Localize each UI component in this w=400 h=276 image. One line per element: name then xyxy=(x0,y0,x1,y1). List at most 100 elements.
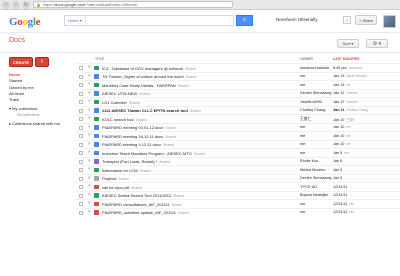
row-checkbox[interactable] xyxy=(79,125,83,130)
document-title[interactable]: AIESEC Serbia Search Tool 2011/2012 Share… xyxy=(102,193,184,198)
star-icon[interactable]: ★ xyxy=(87,150,91,155)
table-row[interactable]: ★ LG1 Calender Shared Yashfiro6092 Jan 12 Yas… xyxy=(75,97,400,106)
notification-count[interactable]: 0 xyxy=(343,16,351,24)
document-owner: me xyxy=(300,210,306,214)
row-checkbox[interactable] xyxy=(79,83,83,87)
star-icon[interactable]: ★ xyxy=(87,65,91,70)
search-input[interactable] xyxy=(85,18,233,23)
sidebar-shared-collections[interactable]: ▸ Collections shared with me xyxy=(9,121,69,127)
star-icon[interactable]: ★ xyxy=(87,175,91,181)
document-title[interactable]: PIAEPARD consultations_AIF_201111 Shared xyxy=(102,202,182,207)
create-button[interactable]: CREATE xyxy=(9,57,33,67)
search-scope-dropdown[interactable]: Home ▾ xyxy=(65,16,86,25)
table-row[interactable]: ★ Transport (Port Louis, Reduit) * Shared E… xyxy=(75,156,400,166)
column-header-last-modified[interactable]: LAST MODIFIED xyxy=(333,57,359,61)
settings-button[interactable]: ⚙ ▾ xyxy=(366,39,388,48)
table-row[interactable]: ★ PIAEPARD meeting 9.12.11.docx Shared me Ja… xyxy=(75,139,400,149)
document-title[interactable]: PIAEPARD meeting 16.12.11.docx Shared xyxy=(102,134,176,139)
star-icon[interactable]: ★ xyxy=(87,124,91,130)
share-button[interactable]: + Share xyxy=(355,15,377,25)
row-checkbox[interactable] xyxy=(79,202,83,206)
star-icon[interactable]: ★ xyxy=(87,90,91,96)
row-checkbox[interactable] xyxy=(79,66,83,70)
row-checkbox[interactable] xyxy=(79,100,83,104)
search-button[interactable]: ⌕ xyxy=(236,15,253,26)
document-title[interactable]: PIAEPARD_activities update_AIF_201111 Sha… xyxy=(102,210,189,215)
avatar[interactable] xyxy=(383,15,396,28)
document-title[interactable]: PIAEPARD meeting 03.01.12.docx Shared xyxy=(102,125,176,130)
star-icon[interactable]: ★ xyxy=(87,116,91,121)
star-icon[interactable]: ★ xyxy=(87,73,91,79)
star-icon[interactable]: ★ xyxy=(87,107,91,113)
document-title[interactable]: TN Tracker_Sights of culture around the … xyxy=(102,74,197,79)
document-title[interactable]: KOLC search tool Shared xyxy=(102,117,147,122)
sidebar-item-trash[interactable]: Trash xyxy=(9,97,69,103)
last-modified: 12/31/11 me xyxy=(333,210,354,214)
document-title[interactable]: PIAEPARD meeting 9.12.11.docx Shared xyxy=(102,142,174,147)
back-arrow-icon[interactable]: ‹ xyxy=(2,0,10,9)
table-row[interactable]: ★ Mauritius Case Study Details - PARRPAN S… xyxy=(75,80,400,89)
document-owner: Elodie Koo xyxy=(300,159,319,163)
page-title: Docs xyxy=(9,37,25,44)
star-icon[interactable]: ★ xyxy=(87,184,91,189)
star-icon[interactable]: ★ xyxy=(87,158,91,164)
table-row[interactable]: ★ Attendance for LCM Shared Melisa Moolien J… xyxy=(75,165,400,174)
table-row[interactable]: ★ AIESEC UTM-NEW Shared Devlen Sinnasamy Jan… xyxy=(75,88,400,98)
table-row[interactable]: ★ PIAEPARD_activities update_AIF_201111 Sh… xyxy=(75,207,400,217)
row-checkbox[interactable] xyxy=(79,159,83,164)
document-title[interactable]: AIESEC UTM-NEW Shared xyxy=(102,91,150,96)
document-title[interactable]: call for mps pdf Shared xyxy=(102,185,142,190)
row-checkbox[interactable] xyxy=(79,91,83,96)
row-checkbox[interactable] xyxy=(79,108,83,113)
table-row[interactable]: ★ 1112 AIESEC Taiwan CLLC EP/TN search to… xyxy=(75,105,400,115)
star-icon[interactable]: ★ xyxy=(87,82,91,87)
row-checkbox[interactable] xyxy=(79,210,83,215)
document-title[interactable]: LG1 Calender Shared xyxy=(102,100,140,105)
document-title[interactable]: Attendance for LCM Shared xyxy=(102,168,151,173)
row-checkbox[interactable] xyxy=(79,151,83,155)
row-checkbox[interactable] xyxy=(79,193,83,198)
row-checkbox[interactable] xyxy=(79,176,83,181)
column-header-owner[interactable]: OWNER xyxy=(300,57,313,61)
star-icon[interactable]: ★ xyxy=(87,167,91,172)
row-checkbox[interactable] xyxy=(79,185,83,189)
document-owner: 王俊仁 xyxy=(300,116,312,121)
table-row[interactable]: ★ PIAEPARD meeting 16.12.11.docx Shared me J… xyxy=(75,131,400,140)
table-row[interactable]: ★ TN Tracker_Sights of culture around the… xyxy=(75,71,400,81)
upload-button[interactable]: ⇪ xyxy=(35,57,49,67)
table-row[interactable]: ★ PIAEPARD meeting 03.01.12.docx Shared me J… xyxy=(75,122,400,132)
table-row[interactable]: ★ call for mps pdf Shared YPCD UD 12/31/11 xyxy=(75,182,400,191)
table-row[interactable]: ★ PIAEPARD consultations_AIF_201111 Shared… xyxy=(75,199,400,208)
star-icon[interactable]: ★ xyxy=(87,192,91,198)
star-icon[interactable]: ★ xyxy=(87,141,91,147)
document-title[interactable]: Induction Teach Mauritius Program - AIES… xyxy=(102,151,205,156)
table-row[interactable]: ★ AIESEC Serbia Search Tool 2011/2012 Shar… xyxy=(75,190,400,200)
document-title[interactable]: Projects Shared xyxy=(102,176,129,181)
row-checkbox[interactable] xyxy=(79,134,83,138)
document-owner: Melisa Moolien xyxy=(300,167,326,172)
document-title[interactable]: ICX - Database of OGX managers @ network… xyxy=(102,66,196,71)
document-title[interactable]: Mauritius Case Study Details - PARRPAN Sh… xyxy=(102,83,189,88)
table-row[interactable]: ★ Projects Shared Devlen Sinnasamy Jan 5 xyxy=(75,173,400,183)
row-checkbox[interactable] xyxy=(79,142,83,147)
star-icon[interactable]: ★ xyxy=(87,133,91,138)
star-icon[interactable]: ★ xyxy=(87,201,91,206)
forward-arrow-icon[interactable]: › xyxy=(12,0,20,9)
row-checkbox[interactable] xyxy=(79,168,83,172)
document-title[interactable]: Transport (Port Louis, Reduit) * Shared xyxy=(102,159,170,164)
table-row[interactable]: ★ Induction Teach Mauritius Program - AIE… xyxy=(75,148,400,157)
user-name[interactable]: Neesheen Hbsenally xyxy=(276,17,318,22)
row-checkbox[interactable] xyxy=(79,74,83,79)
star-icon[interactable]: ★ xyxy=(87,99,91,104)
table-row[interactable]: ★ KOLC search tool Shared 王俊仁 Jan 10 王俊仁 xyxy=(75,114,400,123)
google-logo[interactable]: Google xyxy=(9,16,41,28)
star-icon[interactable]: ★ xyxy=(87,209,91,215)
upload-icon: ⇪ xyxy=(39,59,45,65)
document-title[interactable]: 1112 AIESEC Taiwan CLLC EP/TN search too… xyxy=(102,108,201,113)
reload-icon[interactable]: ↻ xyxy=(22,0,30,9)
row-checkbox[interactable] xyxy=(79,117,83,121)
sort-button[interactable]: Sort ▾ xyxy=(337,39,359,48)
address-bar[interactable]: 🔒 https://docs.google.com/?tab=mo&authus… xyxy=(33,1,233,8)
table-row[interactable]: ★ ICX - Database of OGX managers @ networ… xyxy=(75,63,400,72)
column-header-title[interactable]: TITLE xyxy=(95,57,104,61)
